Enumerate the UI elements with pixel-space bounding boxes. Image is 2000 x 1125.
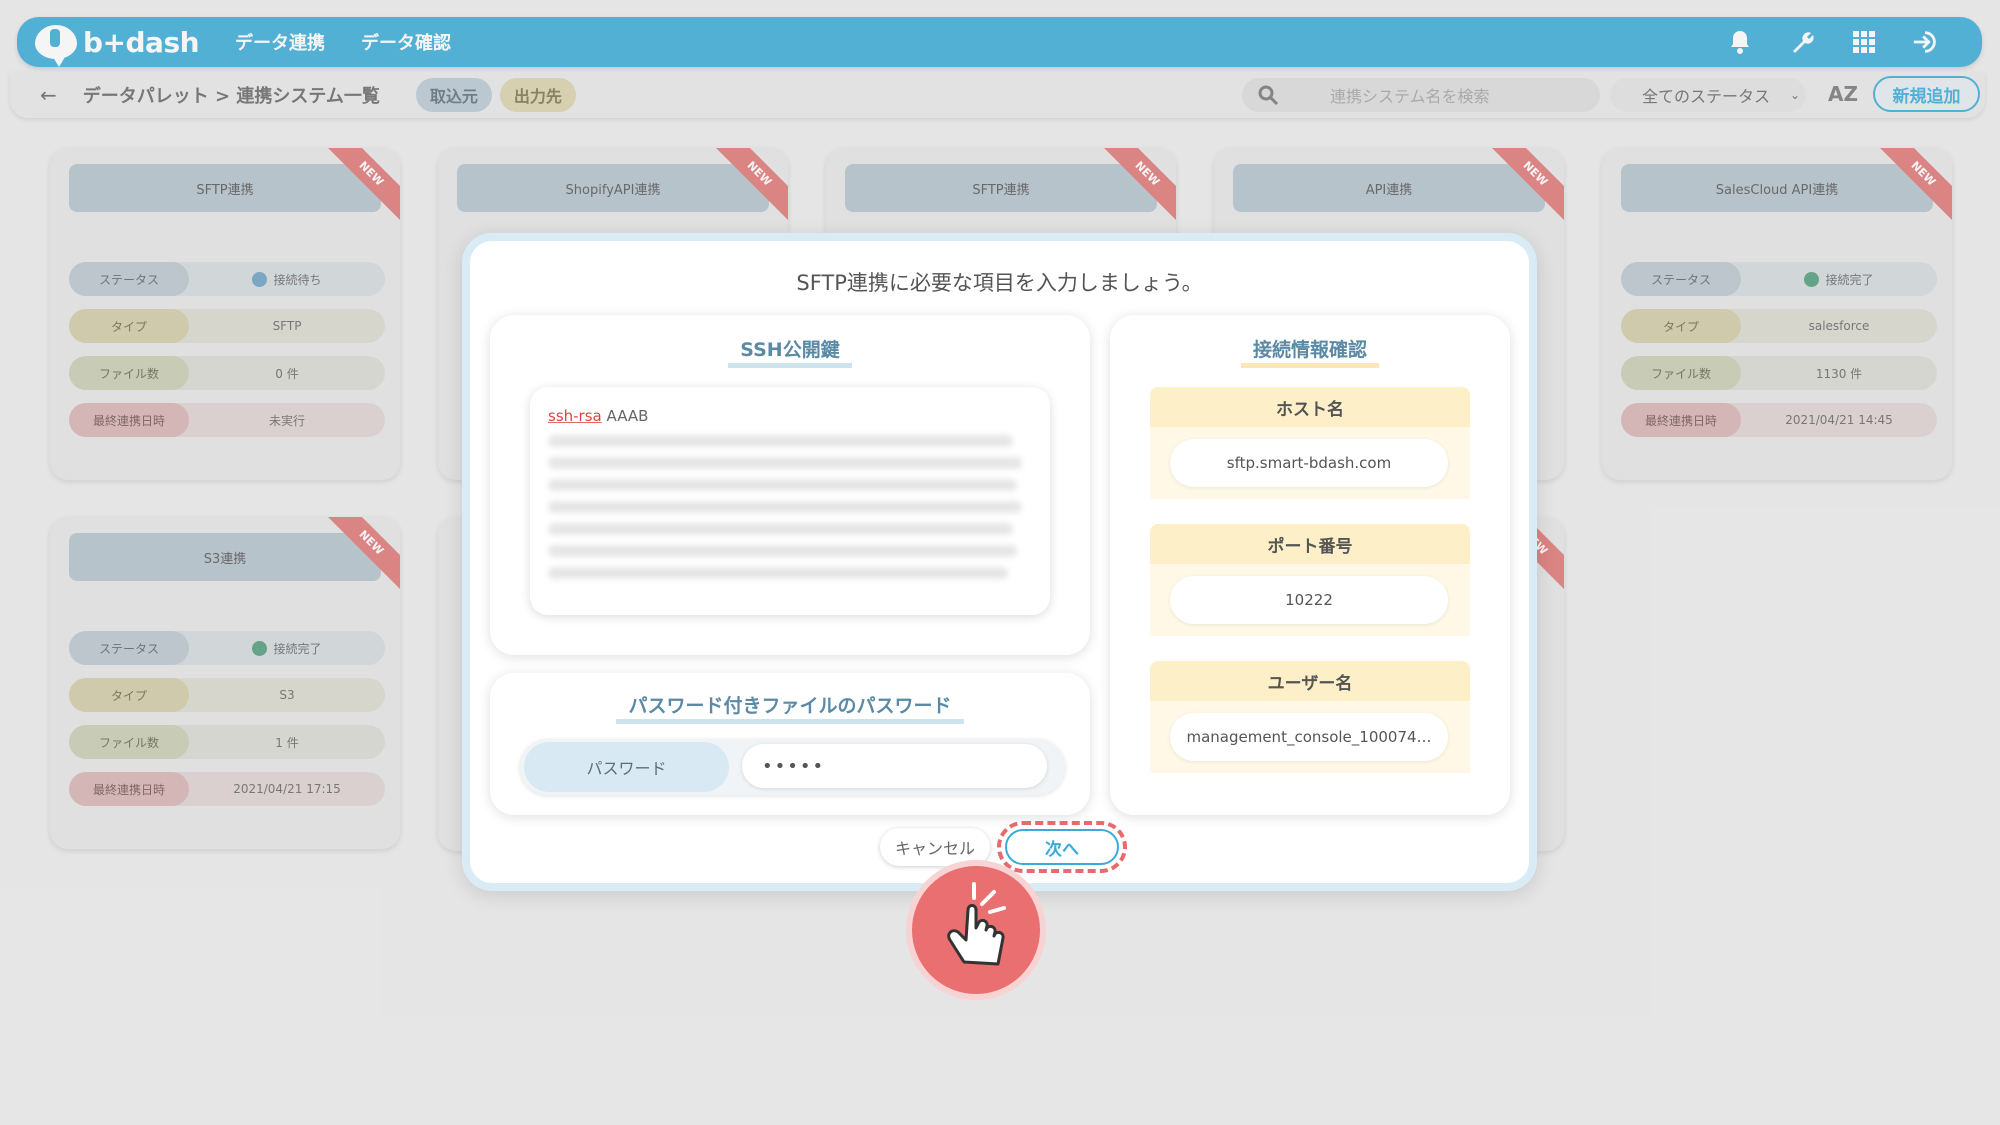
password-label: パスワード (524, 742, 729, 792)
host-value: sftp.smart-bdash.com (1170, 439, 1448, 487)
key-type: ssh-rsa (548, 407, 602, 425)
username-value: management_console_100074… (1170, 713, 1448, 761)
username-label: ユーザー名 (1150, 661, 1470, 701)
host-label: ホスト名 (1150, 387, 1470, 427)
ssh-key-panel: SSH公開鍵 ssh-rsa AAAB (490, 315, 1090, 655)
connection-info-title: 接続情報確認 (1110, 335, 1510, 368)
host-field: sftp.smart-bdash.com (1150, 427, 1470, 499)
username-field: management_console_100074… (1150, 701, 1470, 773)
key-blurred-content (548, 435, 1032, 579)
password-panel-title: パスワード付きファイルのパスワード (490, 691, 1090, 724)
password-panel: パスワード付きファイルのパスワード パスワード ••••• (490, 673, 1090, 815)
password-row: パスワード ••••• (520, 739, 1065, 795)
sftp-setup-modal: SFTP連携に必要な項目を入力しましょう。 SSH公開鍵 ssh-rsa AAA… (462, 233, 1537, 891)
port-value: 10222 (1170, 576, 1448, 624)
tap-hint-icon (906, 860, 1046, 1000)
pointing-hand-icon (947, 882, 1006, 966)
key-start: AAAB (606, 407, 649, 425)
modal-title: SFTP連携に必要な項目を入力しましょう。 (796, 271, 1203, 295)
connection-info-panel: 接続情報確認 ホスト名 sftp.smart-bdash.com ポート番号 1… (1110, 315, 1510, 815)
password-input[interactable]: ••••• (742, 744, 1047, 788)
ssh-key-textarea[interactable]: ssh-rsa AAAB (530, 387, 1050, 615)
next-button[interactable]: 次へ (1005, 829, 1119, 865)
ssh-key-title: SSH公開鍵 (490, 335, 1090, 368)
port-label: ポート番号 (1150, 524, 1470, 564)
port-field: 10222 (1150, 564, 1470, 636)
